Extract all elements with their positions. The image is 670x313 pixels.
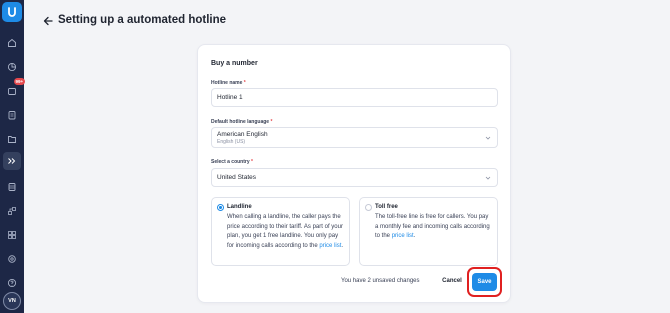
chevron-down-icon bbox=[485, 176, 491, 180]
save-button[interactable]: Save bbox=[472, 273, 497, 291]
sidebar-item-routing[interactable] bbox=[3, 152, 21, 170]
page-title: Setting up a automated hotline bbox=[58, 14, 227, 26]
flow-icon bbox=[8, 207, 16, 215]
routing-icon bbox=[8, 158, 16, 164]
price-list-link[interactable]: price list bbox=[392, 233, 414, 239]
help-icon bbox=[7, 278, 17, 288]
logo-icon bbox=[8, 7, 16, 17]
country-value: United States bbox=[217, 174, 257, 181]
app-logo[interactable] bbox=[2, 2, 22, 22]
hotline-name-value: Hotline 1 bbox=[217, 94, 243, 101]
buy-number-card: Buy a number Hotline name * Hotline 1 De… bbox=[197, 44, 511, 303]
language-select[interactable]: American English English (US) bbox=[211, 127, 498, 148]
sidebar-item-database[interactable] bbox=[3, 178, 21, 196]
section-title: Buy a number bbox=[211, 60, 258, 67]
sidebar-item-files[interactable] bbox=[3, 130, 21, 148]
integrations-icon bbox=[8, 231, 16, 239]
toll-free-radio[interactable] bbox=[365, 204, 372, 211]
toll-free-description: The toll-free line is free for callers. … bbox=[375, 214, 490, 240]
database-icon bbox=[8, 183, 16, 191]
chart-icon bbox=[7, 62, 17, 72]
option-landline[interactable]: Landline When calling a landline, the ca… bbox=[211, 197, 350, 266]
cancel-button[interactable]: Cancel bbox=[438, 273, 466, 289]
sidebar-item-integrations[interactable] bbox=[3, 226, 21, 244]
notification-badge: 99+ bbox=[14, 78, 25, 85]
hotline-name-label: Hotline name * bbox=[211, 80, 246, 86]
landline-title: Landline bbox=[227, 204, 252, 210]
sidebar-item-settings[interactable] bbox=[3, 250, 21, 268]
price-list-link[interactable]: price list bbox=[319, 243, 341, 249]
sidebar: 99+ VN bbox=[0, 0, 25, 313]
chevron-down-icon bbox=[485, 136, 491, 140]
sidebar-item-help[interactable] bbox=[3, 274, 21, 292]
language-value: American English bbox=[217, 130, 268, 138]
sidebar-item-tasks[interactable] bbox=[3, 106, 21, 124]
country-select[interactable]: United States bbox=[211, 168, 498, 187]
inbox-icon bbox=[8, 88, 16, 95]
landline-radio[interactable] bbox=[217, 204, 224, 211]
clipboard-icon bbox=[8, 111, 16, 120]
option-toll-free[interactable]: Toll free The toll-free line is free for… bbox=[359, 197, 498, 266]
avatar[interactable]: VN bbox=[3, 292, 21, 310]
hotline-name-input[interactable]: Hotline 1 bbox=[211, 88, 498, 107]
folder-icon bbox=[8, 136, 16, 143]
toll-free-title: Toll free bbox=[375, 204, 398, 210]
back-arrow-icon[interactable] bbox=[42, 15, 54, 27]
home-icon bbox=[8, 38, 16, 47]
landline-description: When calling a landline, the caller pays… bbox=[227, 214, 344, 250]
language-subvalue: English (US) bbox=[217, 138, 246, 145]
sidebar-item-inbox[interactable]: 99+ bbox=[3, 78, 25, 100]
unsaved-changes-text: You have 2 unsaved changes bbox=[341, 278, 420, 284]
settings-icon bbox=[8, 255, 16, 263]
language-label: Default hotline language * bbox=[211, 119, 273, 125]
country-label: Select a country * bbox=[211, 159, 253, 165]
sidebar-item-home[interactable] bbox=[3, 34, 21, 52]
sidebar-item-reports[interactable] bbox=[3, 58, 21, 76]
sidebar-item-flows[interactable] bbox=[3, 202, 21, 220]
